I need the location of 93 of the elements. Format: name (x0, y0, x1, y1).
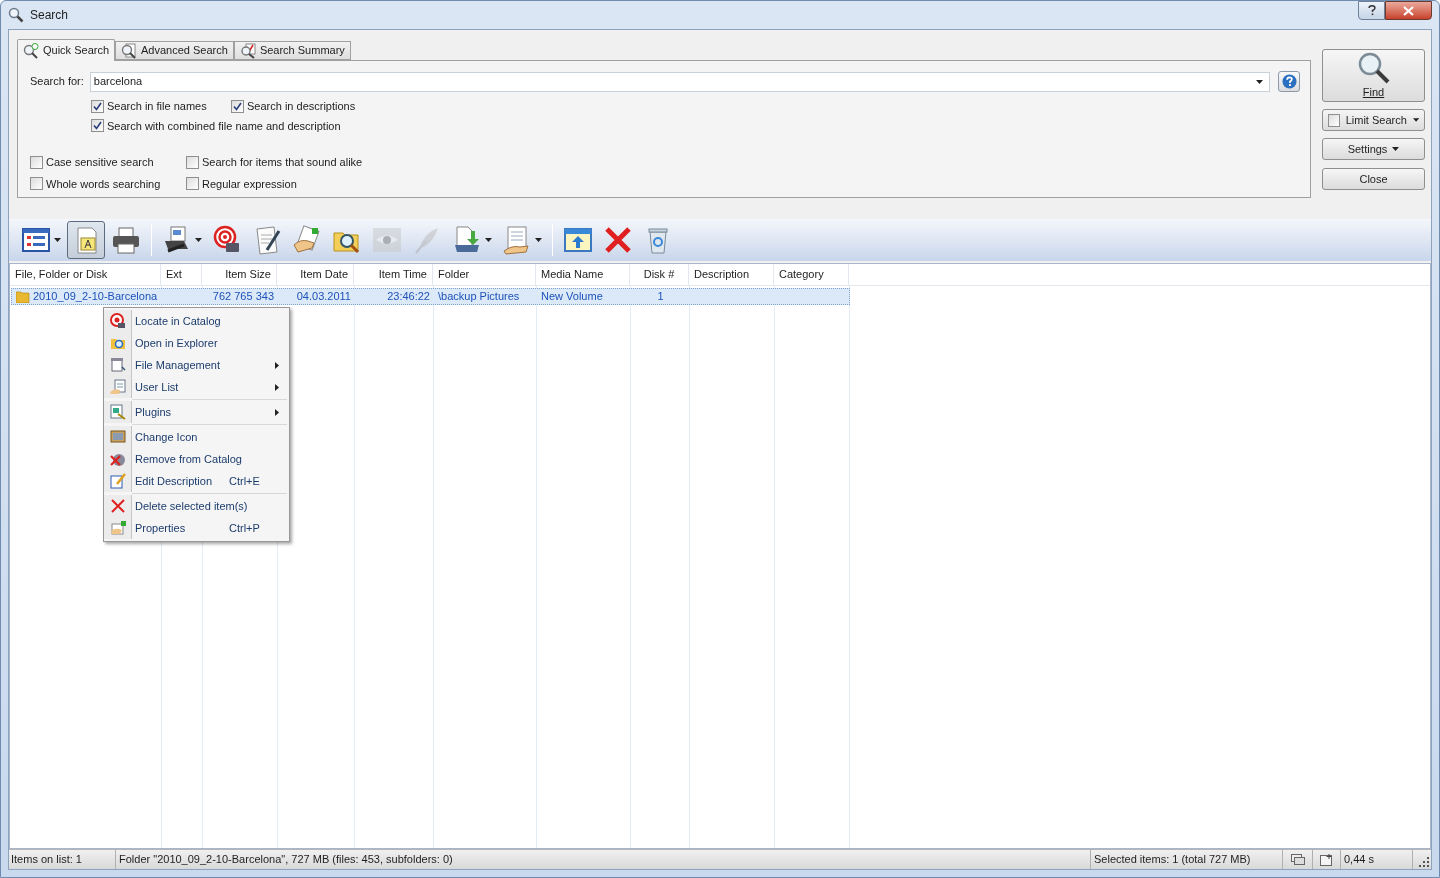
menu-item[interactable]: File Management (104, 354, 289, 376)
status-text: 0,44 s (1341, 850, 1413, 869)
help-icon (1281, 74, 1297, 89)
dropdown-arrow-icon (1256, 79, 1263, 84)
tab[interactable]: Quick Search (17, 39, 116, 61)
help-button[interactable] (1278, 71, 1300, 92)
search-icon (23, 42, 39, 59)
hand-document-icon (292, 225, 322, 255)
checkbox[interactable]: Search in descriptions (231, 98, 356, 115)
table-cell-text: New Volume (541, 289, 603, 305)
table-cell-text: 1 (657, 289, 664, 305)
checkbox[interactable]: Search with combined file name and description (91, 117, 341, 134)
new-window-icon[interactable] (1320, 853, 1333, 866)
dropdown-arrow-icon (1412, 118, 1419, 122)
help-button[interactable] (1358, 1, 1385, 20)
checkbox[interactable]: Search for items that sound alike (186, 154, 430, 171)
menu-item-icon (109, 404, 126, 420)
settings-button[interactable]: Settings (1322, 138, 1425, 160)
column-header[interactable]: Category (774, 264, 849, 285)
menu-item[interactable]: Locate in Catalog (104, 310, 289, 332)
windows-icon[interactable] (1290, 854, 1305, 865)
menu-item-icon (109, 498, 126, 514)
checkbox[interactable]: Case sensitive search (30, 154, 186, 171)
submenu-arrow-icon (275, 383, 279, 391)
column-header[interactable]: Item Date (277, 264, 354, 285)
target-icon (212, 225, 242, 255)
menu-item-icon (109, 429, 126, 445)
delete-icon (603, 225, 633, 255)
column-header[interactable]: Disk # (630, 264, 689, 285)
tab[interactable]: Search Summary (233, 41, 351, 60)
status-text: Selected items: 1 (total 727 MB) (1091, 850, 1283, 869)
close-icon (1403, 5, 1414, 16)
column-header[interactable]: Ext (161, 264, 202, 285)
menu-item[interactable]: Delete selected item(s) (104, 495, 289, 517)
dropdown-arrow-icon[interactable] (195, 238, 202, 242)
menu-item[interactable]: Edit Description Ctrl+E (104, 470, 289, 492)
field-label: Search for: (30, 74, 84, 90)
search-icon (121, 42, 138, 59)
dropdown-arrow-icon[interactable] (485, 238, 492, 242)
column-header[interactable]: Media Name (536, 264, 630, 285)
table-cell-text: 23:46:22 (387, 289, 430, 305)
table-cell-text: 762 765 343 (212, 289, 274, 305)
menu-item[interactable]: Remove from Catalog (104, 448, 289, 470)
column-header[interactable]: Item Time (354, 264, 433, 285)
folder-icon (16, 290, 30, 303)
menu-item-icon (109, 473, 126, 489)
close-button[interactable] (1385, 1, 1432, 20)
download-icon (452, 225, 482, 255)
column-header[interactable]: Description (689, 264, 774, 285)
menu-item-icon (109, 313, 126, 329)
help-icon (1367, 5, 1376, 16)
table-cell-text: \backup Pictures (438, 289, 520, 305)
dropdown-arrow-icon[interactable] (54, 238, 61, 242)
search-combobox[interactable]: barcelona (89, 71, 1270, 92)
window-title: Search (30, 7, 69, 24)
list-icon (21, 225, 51, 255)
checkbox[interactable]: Search in file names (91, 98, 215, 115)
notes-icon (502, 225, 532, 255)
note-button[interactable] (67, 221, 105, 259)
tab[interactable]: Advanced Search (115, 41, 234, 60)
submenu-arrow-icon (275, 361, 279, 369)
find-button[interactable]: Find (1322, 49, 1425, 102)
eye-icon (372, 225, 402, 255)
column-header[interactable]: File, Folder or Disk (10, 264, 161, 285)
dropdown-arrow-icon[interactable] (535, 238, 542, 242)
resize-grip-icon[interactable] (1419, 857, 1429, 867)
menu-item[interactable]: Properties Ctrl+P (104, 517, 289, 539)
menu-item[interactable]: Plugins (104, 401, 289, 423)
column-header[interactable]: Item Size (202, 264, 277, 285)
close-button[interactable]: Close (1322, 168, 1425, 190)
table-cell-text: 04.03.2011 (296, 289, 351, 305)
checkbox[interactable]: Whole words searching (30, 175, 186, 192)
printer-icon (111, 225, 141, 255)
menu-item[interactable]: Open in Explorer (104, 332, 289, 354)
menu-item[interactable]: User List (104, 376, 289, 398)
menu-item-icon (109, 357, 126, 373)
search-icon (8, 7, 24, 23)
limit-search-button[interactable]: Limit Search (1322, 109, 1425, 131)
search-icon (1356, 51, 1391, 84)
table-row[interactable]: 2010_09_2-10-Barcelona 762 765 343 04.03.2011 23:46:22 \backup Pictures New Volume 1 (11, 288, 850, 305)
checkbox[interactable] (1328, 113, 1340, 127)
status-text: Items on list: 1 (9, 850, 116, 869)
check-icon (233, 101, 242, 111)
menu-item[interactable]: Change Icon (104, 426, 289, 448)
menu-item-icon (109, 451, 126, 467)
submenu-arrow-icon (275, 408, 279, 416)
status-text: Folder "2010_09_2-10-Barcelona", 727 MB (files: 453, subfolders: 0) (116, 850, 1091, 869)
checkbox[interactable]: Regular expression (186, 175, 430, 192)
menu-item-icon (109, 520, 126, 536)
dropdown-arrow-icon (1392, 147, 1400, 151)
column-header[interactable]: Folder (433, 264, 536, 285)
table-cell-text: 2010_09_2-10-Barcelona (33, 289, 158, 305)
menu-item-icon (109, 379, 126, 395)
